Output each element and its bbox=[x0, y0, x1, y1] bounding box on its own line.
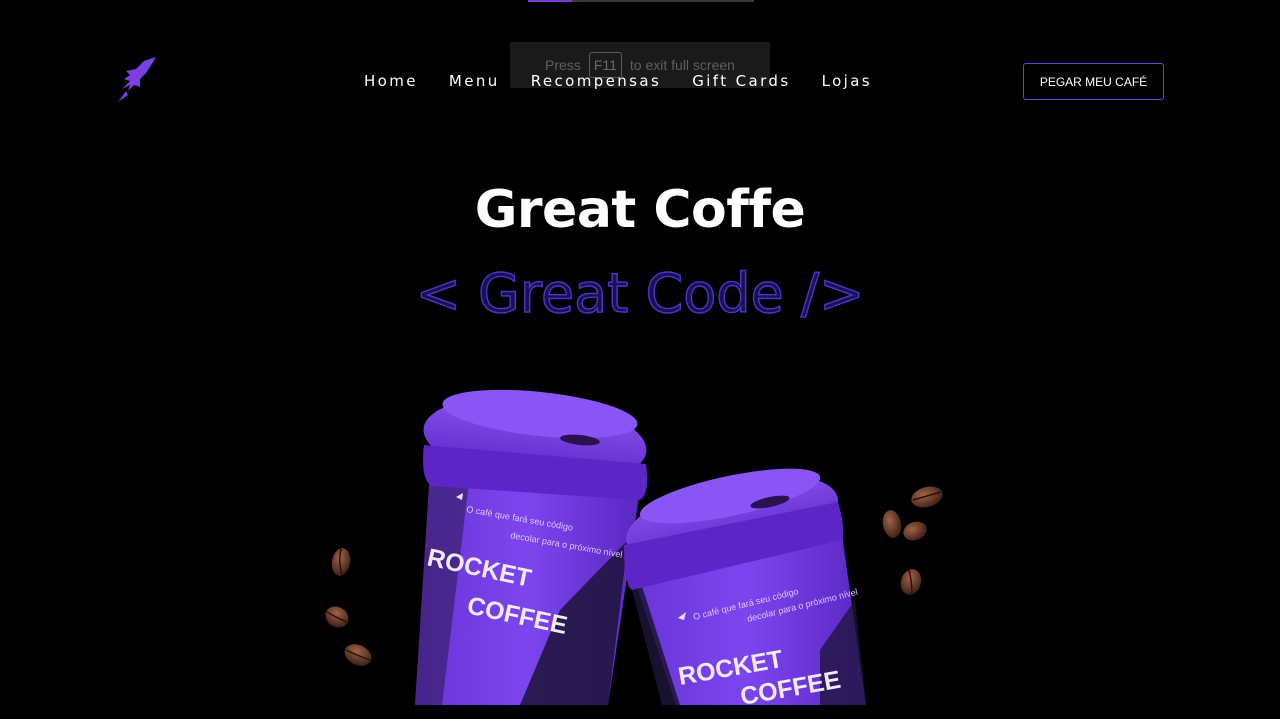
fullscreen-toast-suffix: to exit full screen bbox=[629, 57, 735, 73]
coffee-cup-right: O café que fará seu código decolar para … bbox=[624, 468, 866, 711]
fullscreen-toast-prefix: Press bbox=[545, 57, 581, 73]
coffee-beans-left bbox=[325, 548, 372, 666]
coffee-cups-illustration: O café que fará seu código decolar para … bbox=[325, 389, 943, 711]
main-nav: Home Menu Recompensas Gift Cards Lojas bbox=[364, 72, 872, 90]
nav-lojas[interactable]: Lojas bbox=[822, 72, 872, 90]
nav-gift-cards[interactable]: Gift Cards bbox=[692, 72, 790, 90]
nav-home[interactable]: Home bbox=[364, 72, 418, 90]
coffee-beans-right bbox=[882, 486, 943, 595]
coffee-cup-left: O café que fará seu código decolar para … bbox=[415, 389, 648, 705]
nav-menu[interactable]: Menu bbox=[449, 72, 500, 90]
nav-recompensas[interactable]: Recompensas bbox=[531, 72, 662, 90]
